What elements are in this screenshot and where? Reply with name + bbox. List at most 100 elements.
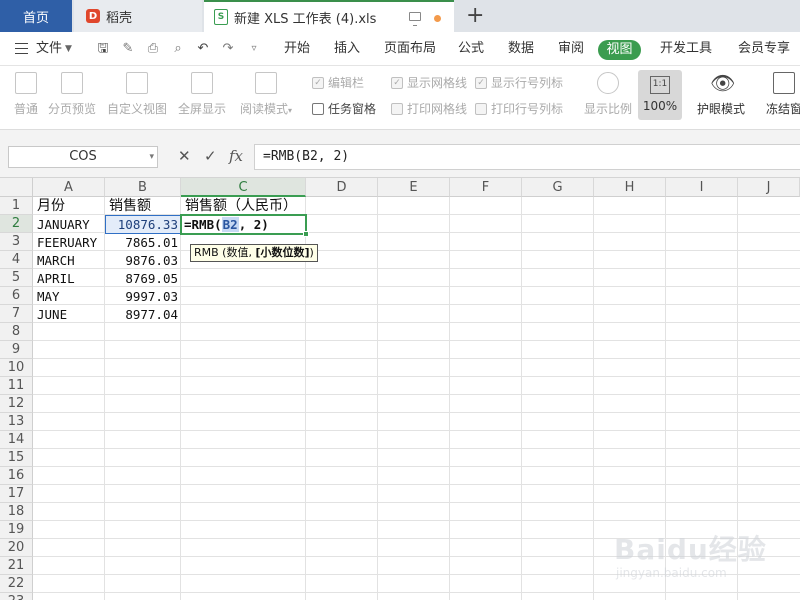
row-header-21[interactable]: 21 — [0, 557, 33, 575]
format-painter-icon[interactable]: ✎ — [121, 42, 135, 56]
chevron-down-icon[interactable]: ▾ — [149, 147, 154, 167]
tab-docer[interactable]: D 稻壳 — [74, 0, 202, 32]
menu-insert[interactable]: 插入 — [334, 32, 360, 66]
row-header-8[interactable]: 8 — [0, 323, 33, 341]
column-header-g[interactable]: G — [522, 178, 594, 197]
menu-file[interactable]: 文件 — [36, 32, 62, 66]
row-gridline — [33, 448, 800, 449]
show-headers-checkbox[interactable]: ✓ 显示行号列标 — [475, 74, 563, 91]
cell-b2[interactable]: 10876.33 — [106, 216, 181, 234]
row-header-23[interactable]: 23 — [0, 593, 33, 600]
menu-start[interactable]: 开始 — [284, 32, 310, 66]
page-break-preview-button[interactable]: 分页预览 — [46, 72, 98, 117]
menu-formula[interactable]: 公式 — [458, 32, 484, 66]
print-preview-icon[interactable]: ⌕ — [171, 42, 185, 56]
row-header-15[interactable]: 15 — [0, 449, 33, 467]
column-header-a[interactable]: A — [33, 178, 105, 197]
chevron-down-icon[interactable]: ▼ — [65, 32, 72, 66]
hamburger-icon[interactable] — [15, 43, 28, 54]
row-header-2[interactable]: 2 — [0, 215, 33, 233]
tab-bar: 首页 D 稻壳 S 新建 XLS 工作表 (4).xls + — [0, 0, 800, 32]
cancel-icon[interactable]: ✕ — [178, 147, 191, 165]
checkbox-icon — [312, 102, 324, 115]
cell-c1[interactable]: 销售额（人民币） — [182, 197, 306, 215]
print-icon[interactable]: ⎙ — [146, 42, 160, 56]
eye-mode-button[interactable]: 👁 护眼模式 — [694, 72, 748, 117]
print-headers-checkbox[interactable]: 打印行号列标 — [475, 100, 563, 117]
cell-a2[interactable]: JANUARY — [34, 216, 105, 234]
formula-input[interactable]: =RMB(B2, 2) — [254, 144, 800, 170]
reading-mode-button[interactable]: 阅读模式▾ — [236, 72, 296, 117]
normal-view-button[interactable]: 普通 — [10, 72, 42, 117]
monitor-icon[interactable] — [409, 12, 421, 26]
select-all-corner[interactable] — [0, 178, 33, 197]
cell-b5[interactable]: 8769.05 — [106, 270, 181, 288]
column-header-c[interactable]: C — [181, 178, 306, 197]
fill-handle[interactable] — [303, 231, 309, 237]
task-pane-checkbox[interactable]: 任务窗格 — [312, 100, 376, 117]
cell-a6[interactable]: MAY — [34, 288, 105, 306]
column-gridline — [593, 197, 594, 600]
row-header-4[interactable]: 4 — [0, 251, 33, 269]
column-header-d[interactable]: D — [306, 178, 378, 197]
print-gridlines-checkbox[interactable]: 打印网格线 — [391, 100, 467, 117]
cell-a3[interactable]: FEERUARY — [34, 234, 105, 252]
column-header-j[interactable]: J — [738, 178, 800, 197]
freeze-panes-button[interactable]: 冻结窗 — [764, 72, 800, 117]
row-header-3[interactable]: 3 — [0, 233, 33, 251]
cell-a7[interactable]: JUNE — [34, 306, 105, 324]
zoom-100-button[interactable]: 1:1 100% — [638, 70, 682, 120]
insert-function-icon[interactable]: fx — [229, 147, 243, 165]
fullscreen-button[interactable]: 全屏显示 — [176, 72, 228, 117]
row-header-13[interactable]: 13 — [0, 413, 33, 431]
cell-b7[interactable]: 8977.04 — [106, 306, 181, 324]
show-gridlines-checkbox[interactable]: ✓ 显示网格线 — [391, 74, 467, 91]
cell-b4[interactable]: 9876.03 — [106, 252, 181, 270]
column-header-e[interactable]: E — [378, 178, 450, 197]
row-header-14[interactable]: 14 — [0, 431, 33, 449]
redo-icon[interactable]: ↷ — [221, 42, 235, 56]
row-header-12[interactable]: 12 — [0, 395, 33, 413]
row-header-11[interactable]: 11 — [0, 377, 33, 395]
tab-home[interactable]: 首页 — [0, 0, 72, 32]
cell-c2-editing[interactable]: =RMB(B2, 2) — [180, 214, 309, 237]
column-header-h[interactable]: H — [594, 178, 666, 197]
row-header-10[interactable]: 10 — [0, 359, 33, 377]
row-header-5[interactable]: 5 — [0, 269, 33, 287]
cell-a1[interactable]: 月份 — [34, 197, 105, 215]
name-box[interactable]: COS ▾ — [8, 146, 158, 168]
cell-b6[interactable]: 9997.03 — [106, 288, 181, 306]
row-header-20[interactable]: 20 — [0, 539, 33, 557]
menu-review[interactable]: 审阅 — [558, 32, 584, 66]
zoom-button[interactable]: 显示比例 — [584, 72, 632, 117]
confirm-icon[interactable]: ✓ — [204, 147, 217, 165]
tab-active-workbook[interactable]: S 新建 XLS 工作表 (4).xls — [204, 0, 454, 32]
menu-view[interactable]: 视图 — [598, 40, 641, 60]
row-header-19[interactable]: 19 — [0, 521, 33, 539]
row-header-7[interactable]: 7 — [0, 305, 33, 323]
column-header-i[interactable]: I — [666, 178, 738, 197]
menu-developer[interactable]: 开发工具 — [660, 32, 712, 66]
column-header-f[interactable]: F — [450, 178, 522, 197]
undo-icon[interactable]: ↶ — [196, 42, 210, 56]
cell-a5[interactable]: APRIL — [34, 270, 105, 288]
cell-b3[interactable]: 7865.01 — [106, 234, 181, 252]
menu-data[interactable]: 数据 — [508, 32, 534, 66]
cell-a4[interactable]: MARCH — [34, 252, 105, 270]
row-header-17[interactable]: 17 — [0, 485, 33, 503]
save-icon[interactable]: 🖫 — [96, 42, 110, 56]
row-header-22[interactable]: 22 — [0, 575, 33, 593]
quick-access-more-icon[interactable]: ▿ — [247, 42, 261, 56]
new-tab-plus-icon[interactable]: + — [466, 4, 484, 28]
column-header-b[interactable]: B — [105, 178, 181, 197]
menu-member[interactable]: 会员专享 — [738, 32, 790, 66]
row-header-9[interactable]: 9 — [0, 341, 33, 359]
cell-b1[interactable]: 销售额 — [106, 197, 181, 215]
row-header-16[interactable]: 16 — [0, 467, 33, 485]
edit-bar-checkbox[interactable]: ✓ 编辑栏 — [312, 74, 364, 91]
menu-page-layout[interactable]: 页面布局 — [384, 32, 436, 66]
custom-view-button[interactable]: 自定义视图 — [106, 72, 168, 117]
row-header-1[interactable]: 1 — [0, 197, 33, 215]
row-header-6[interactable]: 6 — [0, 287, 33, 305]
row-header-18[interactable]: 18 — [0, 503, 33, 521]
